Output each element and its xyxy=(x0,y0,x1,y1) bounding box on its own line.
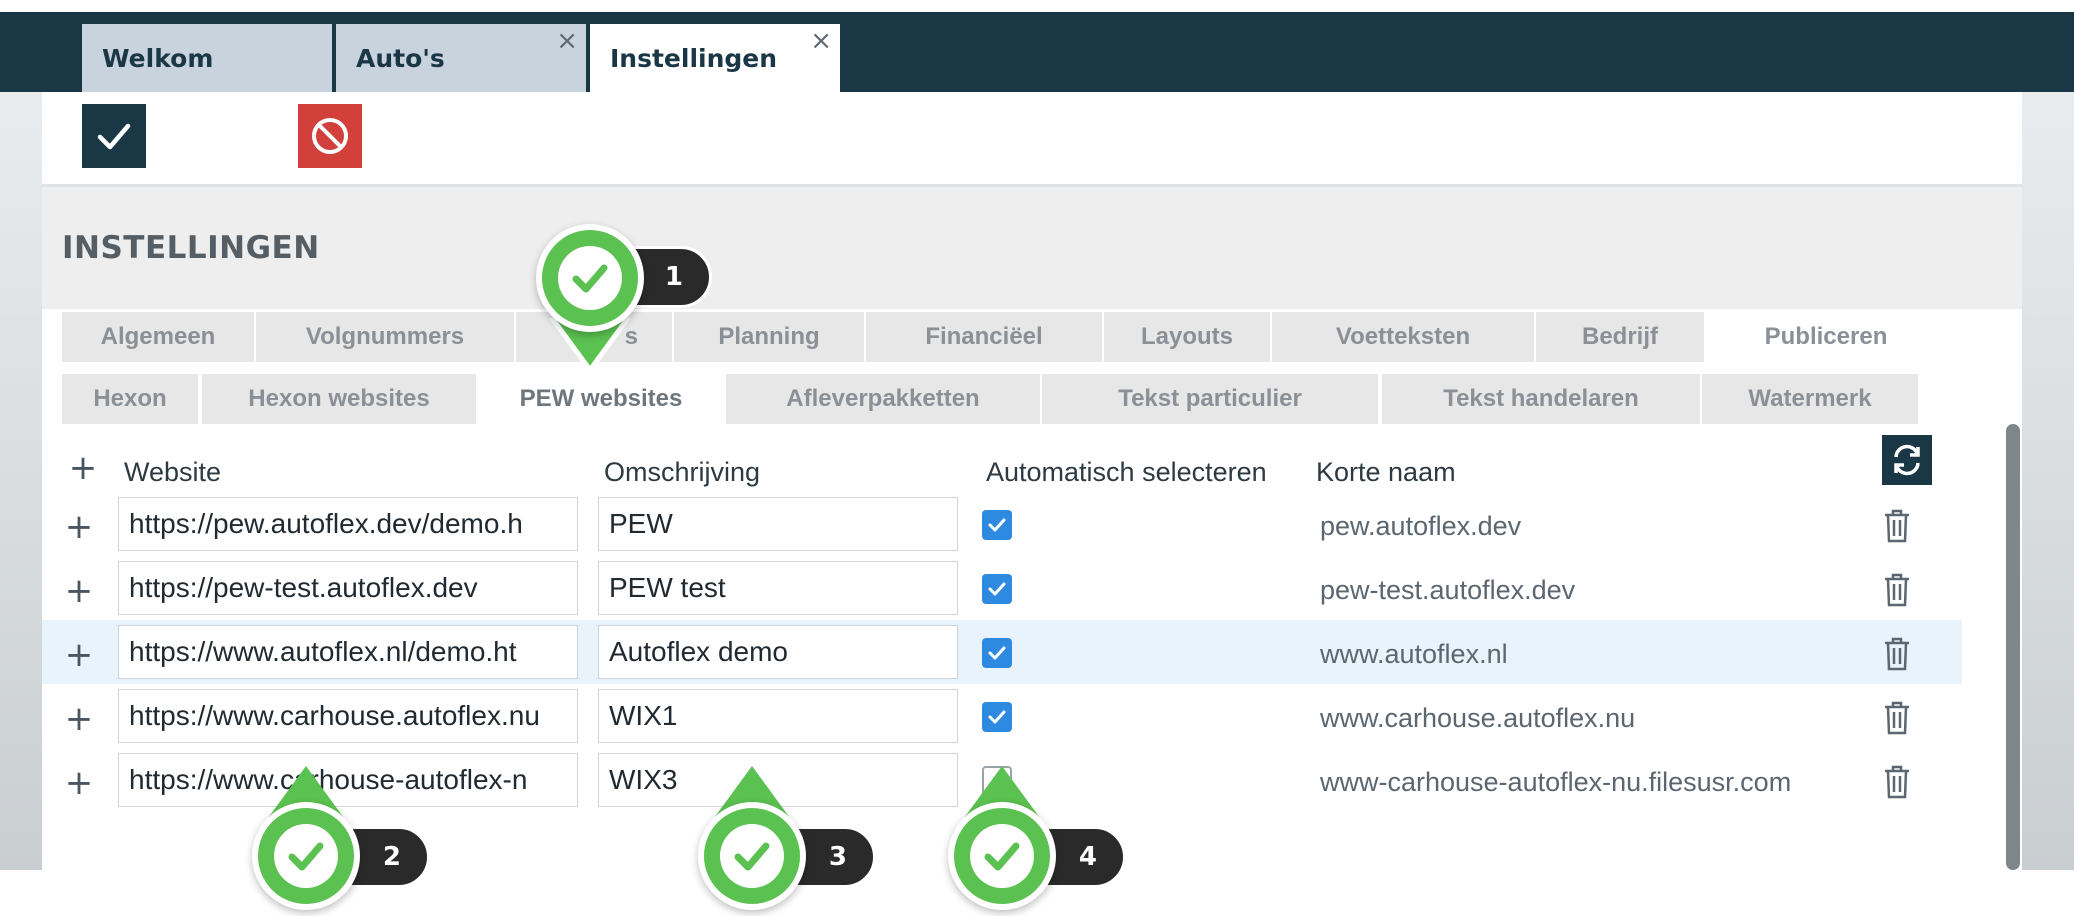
right-backdrop xyxy=(2022,92,2074,870)
subtab-tekst-handelaren[interactable]: Tekst handelaren xyxy=(1382,374,1700,424)
column-header-automatisch: Automatisch selecteren xyxy=(986,457,1267,487)
marker-check-1 xyxy=(536,224,644,332)
tab-label: Welkom xyxy=(102,44,214,73)
korte-naam: pew-test.autoflex.dev xyxy=(1320,575,1576,605)
korte-naam: www.autoflex.nl xyxy=(1320,639,1508,669)
checkmark-icon xyxy=(988,710,1006,724)
checkmark-icon xyxy=(988,582,1006,596)
marker-check-2 xyxy=(252,802,360,910)
subtab-hexon-websites[interactable]: Hexon websites xyxy=(202,374,476,424)
korte-naam: www-carhouse-autoflex-nu.filesusr.com xyxy=(1320,767,1792,797)
tab-label: Instellingen xyxy=(610,44,778,73)
insert-row-button[interactable]: + xyxy=(64,574,94,608)
checkmark-icon xyxy=(288,842,324,871)
tab-label: Auto's xyxy=(356,44,445,73)
scrollbar-thumb[interactable] xyxy=(2006,424,2020,870)
korte-naam: www.carhouse.autoflex.nu xyxy=(1320,703,1636,733)
close-icon[interactable]: × xyxy=(556,26,578,56)
auto-select-checkbox[interactable] xyxy=(982,574,1012,604)
tab-autos[interactable]: Auto's × xyxy=(336,24,586,92)
subtab-watermerk[interactable]: Watermerk xyxy=(1702,374,1918,424)
website-input[interactable]: https://www.carhouse-autoflex-n xyxy=(118,753,578,807)
checkmark-icon xyxy=(97,123,131,150)
marker-check-4 xyxy=(948,802,1056,910)
omschrijving-input[interactable]: PEW xyxy=(598,497,958,551)
left-backdrop xyxy=(0,92,42,870)
subtab-layouts[interactable]: Layouts xyxy=(1104,312,1270,362)
auto-select-checkbox[interactable] xyxy=(982,510,1012,540)
omschrijving-input[interactable]: Autoflex demo xyxy=(598,625,958,679)
subtab-bedrijf[interactable]: Bedrijf xyxy=(1536,312,1704,362)
trash-icon[interactable] xyxy=(1882,636,1912,672)
settings-header xyxy=(42,187,2022,309)
omschrijving-input[interactable]: PEW test xyxy=(598,561,958,615)
auto-select-checkbox[interactable] xyxy=(982,638,1012,668)
subtab-volgnummers[interactable]: Volgnummers xyxy=(256,312,514,362)
block-icon xyxy=(312,118,348,154)
checkmark-icon xyxy=(988,518,1006,532)
insert-row-button[interactable]: + xyxy=(64,510,94,544)
website-input[interactable]: https://pew-test.autoflex.dev xyxy=(118,561,578,615)
korte-naam: pew.autoflex.dev xyxy=(1320,511,1522,541)
website-input[interactable]: https://pew.autoflex.dev/demo.h xyxy=(118,497,578,551)
insert-row-button[interactable]: + xyxy=(64,638,94,672)
subtab-financieel[interactable]: Financiëel xyxy=(866,312,1102,362)
subtab-planning[interactable]: Planning xyxy=(674,312,864,362)
column-header-website: Website xyxy=(124,457,222,487)
omschrijving-input[interactable]: WIX1 xyxy=(598,689,958,743)
website-input[interactable]: https://www.autoflex.nl/demo.ht xyxy=(118,625,578,679)
checkmark-icon xyxy=(572,264,608,293)
subtab-afleverpakketten[interactable]: Afleverpakketten xyxy=(726,374,1040,424)
column-header-korte-naam: Korte naam xyxy=(1316,457,1456,487)
subtab-hexon[interactable]: Hexon xyxy=(62,374,198,424)
checkmark-icon xyxy=(984,842,1020,871)
checkmark-icon xyxy=(734,842,770,871)
refresh-button[interactable] xyxy=(1882,435,1932,485)
tab-instellingen[interactable]: Instellingen × xyxy=(590,24,840,92)
subtab-voetteksten[interactable]: Voetteksten xyxy=(1272,312,1534,362)
subtab-algemeen[interactable]: Algemeen xyxy=(62,312,254,362)
auto-select-checkbox[interactable] xyxy=(982,702,1012,732)
website-input[interactable]: https://www.carhouse.autoflex.nu xyxy=(118,689,578,743)
checkmark-icon xyxy=(988,646,1006,660)
tab-welkom[interactable]: Welkom xyxy=(82,24,332,92)
column-header-omschrijving: Omschrijving xyxy=(604,457,761,487)
close-icon[interactable]: × xyxy=(810,26,832,56)
trash-icon[interactable] xyxy=(1882,700,1912,736)
subtab-publiceren[interactable]: Publiceren xyxy=(1706,312,1946,362)
insert-row-button[interactable]: + xyxy=(64,766,94,800)
trash-icon[interactable] xyxy=(1882,508,1912,544)
cancel-button[interactable] xyxy=(298,104,362,168)
trash-icon[interactable] xyxy=(1882,764,1912,800)
refresh-icon xyxy=(1894,444,1920,476)
subtab-tekst-particulier[interactable]: Tekst particulier xyxy=(1042,374,1378,424)
marker-check-3 xyxy=(698,802,806,910)
add-row-button[interactable]: + xyxy=(68,451,98,485)
page-title: INSTELLINGEN xyxy=(62,230,320,266)
subtab-pew-websites[interactable]: PEW websites xyxy=(478,374,724,424)
trash-icon[interactable] xyxy=(1882,572,1912,608)
save-button[interactable] xyxy=(82,104,146,168)
insert-row-button[interactable]: + xyxy=(64,702,94,736)
